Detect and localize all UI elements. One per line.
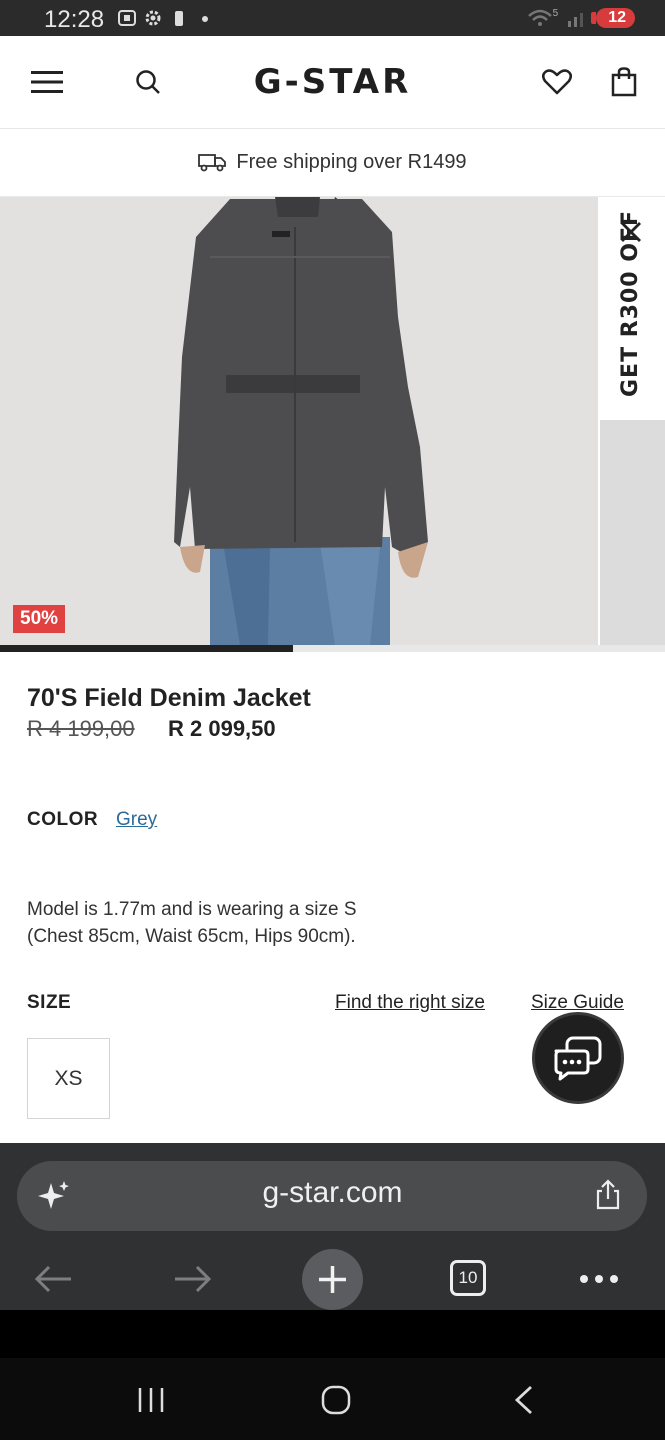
recent-apps-icon[interactable] [136, 1386, 166, 1414]
size-label: SIZE [27, 992, 72, 1013]
shipping-text: Free shipping over R1499 [236, 150, 467, 173]
nav-separator [0, 1310, 665, 1358]
shipping-banner: Free shipping over R1499 [0, 128, 665, 197]
product-title: 70'S Field Denim Jacket [27, 684, 311, 712]
jacket-photo [0, 197, 598, 645]
bag-button[interactable] [598, 36, 650, 128]
status-icons [118, 9, 214, 27]
site-header: G-STAR [0, 36, 665, 129]
shopping-bag-icon [611, 67, 637, 97]
size-guide-link[interactable]: Size Guide [531, 992, 624, 1014]
status-time: 12:28 [44, 6, 105, 33]
battery-saver-icon [175, 11, 183, 26]
settings-icon [145, 10, 161, 26]
status-bar: 12:28 5 12 [0, 0, 665, 36]
image-progress-fill [0, 645, 293, 652]
home-icon[interactable] [320, 1384, 352, 1416]
color-value-link[interactable]: Grey [116, 809, 157, 831]
plus-icon [319, 1266, 346, 1293]
wishlist-button[interactable] [530, 36, 584, 128]
model-info: Model is 1.77m and is wearing a size S (… [27, 896, 527, 950]
battery-indicator: 12 [591, 8, 635, 28]
status-right: 5 12 [527, 8, 635, 28]
system-nav-bar [0, 1310, 665, 1440]
model-info-line: Model is 1.77m and is wearing a size S [27, 899, 357, 920]
discount-badge: 50% [13, 605, 66, 633]
system-back-icon[interactable] [512, 1384, 536, 1416]
truck-icon [198, 154, 227, 172]
back-arrow-icon[interactable] [33, 1264, 73, 1294]
cell-signal-icon [568, 13, 584, 27]
screenshot-icon [118, 10, 136, 26]
chat-icon [554, 1036, 602, 1081]
find-size-link[interactable]: Find the right size [335, 992, 485, 1014]
forward-arrow-icon[interactable] [173, 1264, 213, 1294]
promo-text: GET R300 OFF [618, 209, 643, 397]
next-image-peek[interactable] [600, 420, 665, 645]
heart-icon [542, 69, 572, 95]
sale-price: R 2 099,50 [168, 716, 276, 741]
color-label: COLOR [27, 809, 99, 830]
url-text[interactable]: g-star.com [0, 1176, 665, 1210]
wifi-icon [527, 9, 552, 26]
chat-button[interactable] [532, 1012, 624, 1104]
browser-nav-row: 10 [0, 1248, 665, 1310]
size-option-xs[interactable]: XS [27, 1038, 110, 1119]
more-options-icon[interactable] [579, 1274, 619, 1284]
original-price: R 4 199,00 [27, 716, 135, 741]
new-tab-button[interactable] [302, 1249, 363, 1310]
product-image[interactable] [0, 197, 598, 645]
model-info-line: (Chest 85cm, Waist 65cm, Hips 90cm). [27, 926, 356, 947]
signal-label: 5 [552, 7, 559, 19]
tab-count-button[interactable]: 10 [450, 1260, 486, 1296]
dot-icon [202, 16, 208, 22]
promo-tab[interactable]: GET R300 OFF [598, 197, 665, 419]
